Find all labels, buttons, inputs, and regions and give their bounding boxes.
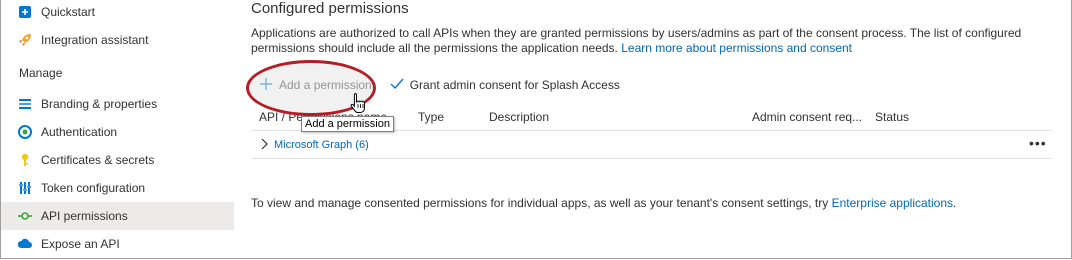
sidebar-item-quickstart[interactable]: Quickstart: [1, 0, 234, 26]
quickstart-icon: [17, 4, 33, 20]
sidebar-item-api-permissions[interactable]: API permissions: [1, 202, 234, 230]
sidebar-item-label: Expose an API: [41, 237, 120, 251]
branding-icon: [17, 96, 33, 112]
column-header-type[interactable]: Type: [418, 110, 444, 124]
sidebar-nav: Quickstart Integration assistant Manage …: [1, 0, 234, 258]
table-row[interactable]: Microsoft Graph (6) •••: [251, 132, 1051, 159]
grant-admin-consent-button[interactable]: Grant admin consent for Splash Access: [390, 77, 620, 94]
hand-cursor-icon: [349, 92, 367, 119]
sidebar-item-integration-assistant[interactable]: Integration assistant: [1, 26, 234, 54]
sidebar-item-branding[interactable]: Branding & properties: [1, 90, 234, 118]
permissions-toolbar: Add a permission Grant admin consent for…: [251, 74, 620, 96]
plus-icon: [259, 77, 273, 94]
sidebar-item-authentication[interactable]: Authentication: [1, 118, 234, 146]
cloud-icon: [17, 236, 33, 252]
description-text: Applications are authorized to call APIs…: [251, 26, 1026, 56]
chevron-right-icon[interactable]: [261, 138, 269, 153]
tooltip: Add a permission: [301, 116, 394, 132]
enterprise-applications-link[interactable]: Enterprise applications: [832, 196, 953, 210]
column-header-status[interactable]: Status: [875, 110, 909, 124]
column-header-description[interactable]: Description: [489, 110, 549, 124]
sidebar-item-label: API permissions: [41, 209, 128, 223]
more-options-icon[interactable]: •••: [1029, 135, 1047, 151]
sidebar-item-label: Token configuration: [41, 181, 146, 195]
column-header-admin-consent[interactable]: Admin consent req...: [752, 110, 862, 124]
footer-body: To view and manage consented permissions…: [251, 196, 829, 210]
add-permission-label: Add a permission: [279, 78, 372, 92]
sidebar-item-token-configuration[interactable]: Token configuration: [1, 174, 234, 202]
checkmark-icon: [390, 77, 404, 94]
page-title: Configured permissions: [251, 0, 409, 17]
sidebar-item-label: Branding & properties: [41, 97, 158, 111]
sidebar-item-label: Authentication: [41, 125, 118, 139]
sidebar-item-expose-api[interactable]: Expose an API: [1, 230, 234, 258]
grant-admin-consent-label: Grant admin consent for Splash Access: [409, 78, 620, 92]
sidebar-item-label: Certificates & secrets: [41, 153, 155, 167]
manage-section-header: Manage: [19, 66, 63, 80]
microsoft-graph-link[interactable]: Microsoft Graph (6): [274, 139, 369, 151]
authentication-icon: [17, 124, 33, 140]
sidebar-item-certificates[interactable]: Certificates & secrets: [1, 146, 234, 174]
key-icon: [17, 152, 33, 168]
footer-period: .: [953, 196, 957, 210]
rocket-icon: [17, 32, 33, 48]
api-permissions-icon: [17, 208, 33, 224]
sidebar-item-label: Quickstart: [41, 5, 96, 19]
add-permission-button[interactable]: Add a permission: [259, 77, 372, 94]
sidebar-item-label: Integration assistant: [41, 33, 149, 47]
footer-text: To view and manage consented permissions…: [251, 196, 956, 210]
token-config-icon: [17, 180, 33, 196]
learn-more-link[interactable]: Learn more about permissions and consent: [621, 41, 852, 55]
